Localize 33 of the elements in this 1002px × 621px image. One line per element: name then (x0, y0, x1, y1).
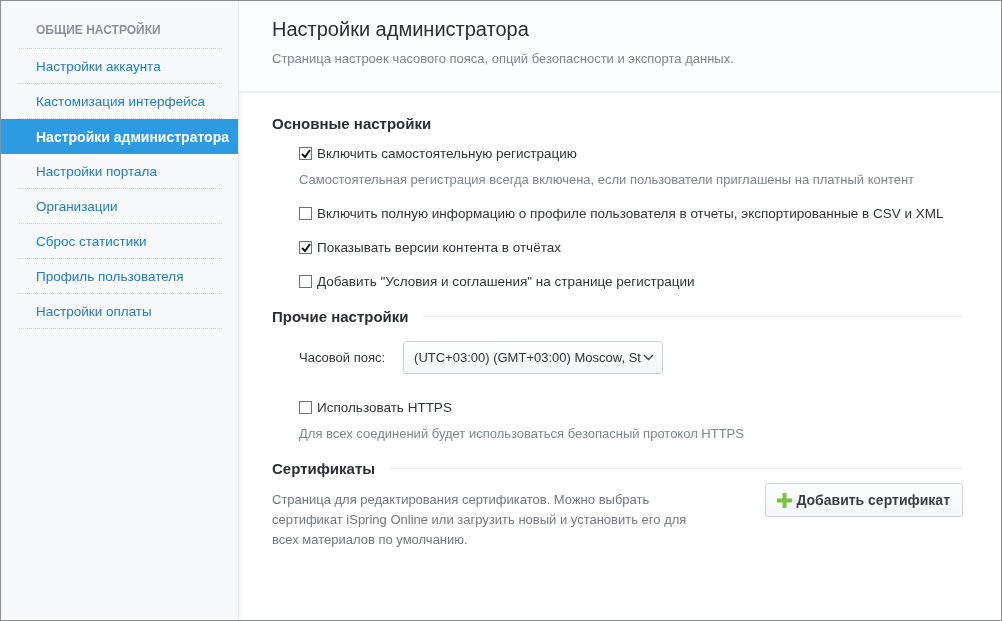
page-subtitle: Страница настроек часового пояса, опций безопасности и экспорта данных. (272, 51, 735, 66)
checkbox-label: Включить полную информацию о профиле пользователя в отчеты, экспортированные в CSV и XML (317, 206, 944, 221)
option-hint: Самостоятельная регистрация всегда включена, если пользователи приглашены на платный контент (299, 172, 916, 187)
sidebar-item[interactable]: Профиль пользователя (19, 259, 222, 294)
sidebar-item[interactable]: Настройки аккаунта (19, 49, 222, 84)
section-title: Прочие настройки (272, 308, 409, 325)
page-title: Настройки администратора (272, 18, 530, 41)
chevron-down-icon (643, 354, 655, 361)
checkbox[interactable] (299, 147, 312, 160)
sidebar-item[interactable]: Сброс статистики (19, 224, 222, 259)
add-certificate-button[interactable]: Добавить сертификат (765, 483, 963, 517)
checkbox-label: Показывать версии контента в отчётах (317, 240, 561, 255)
checkbox-label: Добавить "Условия и соглашения" на странице регистрации (317, 274, 695, 289)
section-title: Основные настройки (272, 115, 432, 132)
checkbox[interactable] (299, 207, 312, 220)
timezone-dropdown[interactable]: (UTC+03:00) (GMT+03:00) Moscow, St (403, 341, 664, 374)
section-title: Сертификаты (272, 460, 376, 477)
plus-icon (777, 492, 793, 508)
checkbox-label: Использовать HTTPS (317, 400, 452, 415)
checkbox[interactable] (299, 241, 312, 254)
sidebar-item[interactable]: Настройки оплаты (19, 294, 222, 329)
sidebar-heading: ОБЩИЕ НАСТРОЙКИ (19, 23, 222, 49)
sidebar-item[interactable]: Настройки администратора (1, 119, 238, 154)
checkbox[interactable] (299, 275, 312, 288)
sidebar-item[interactable]: Организации (19, 189, 222, 224)
checkbox[interactable] (299, 401, 312, 414)
checkbox-label: Включить самостоятельную регистрацию (317, 146, 577, 161)
checkmark-icon (300, 242, 311, 253)
certificates-description: Страница для редактирования сертификатов. Можно выбрать сертификат iSpring Online или загрузить новый и установить его для всех материалов по умолчанию. (272, 491, 688, 549)
timezone-label: Часовой пояс: (299, 350, 386, 365)
checkmark-icon (300, 148, 311, 159)
option-hint: Для всех соединений будет использоваться безопасный протокол HTTPS (299, 426, 745, 441)
sidebar-item[interactable]: Настройки портала (19, 154, 222, 189)
